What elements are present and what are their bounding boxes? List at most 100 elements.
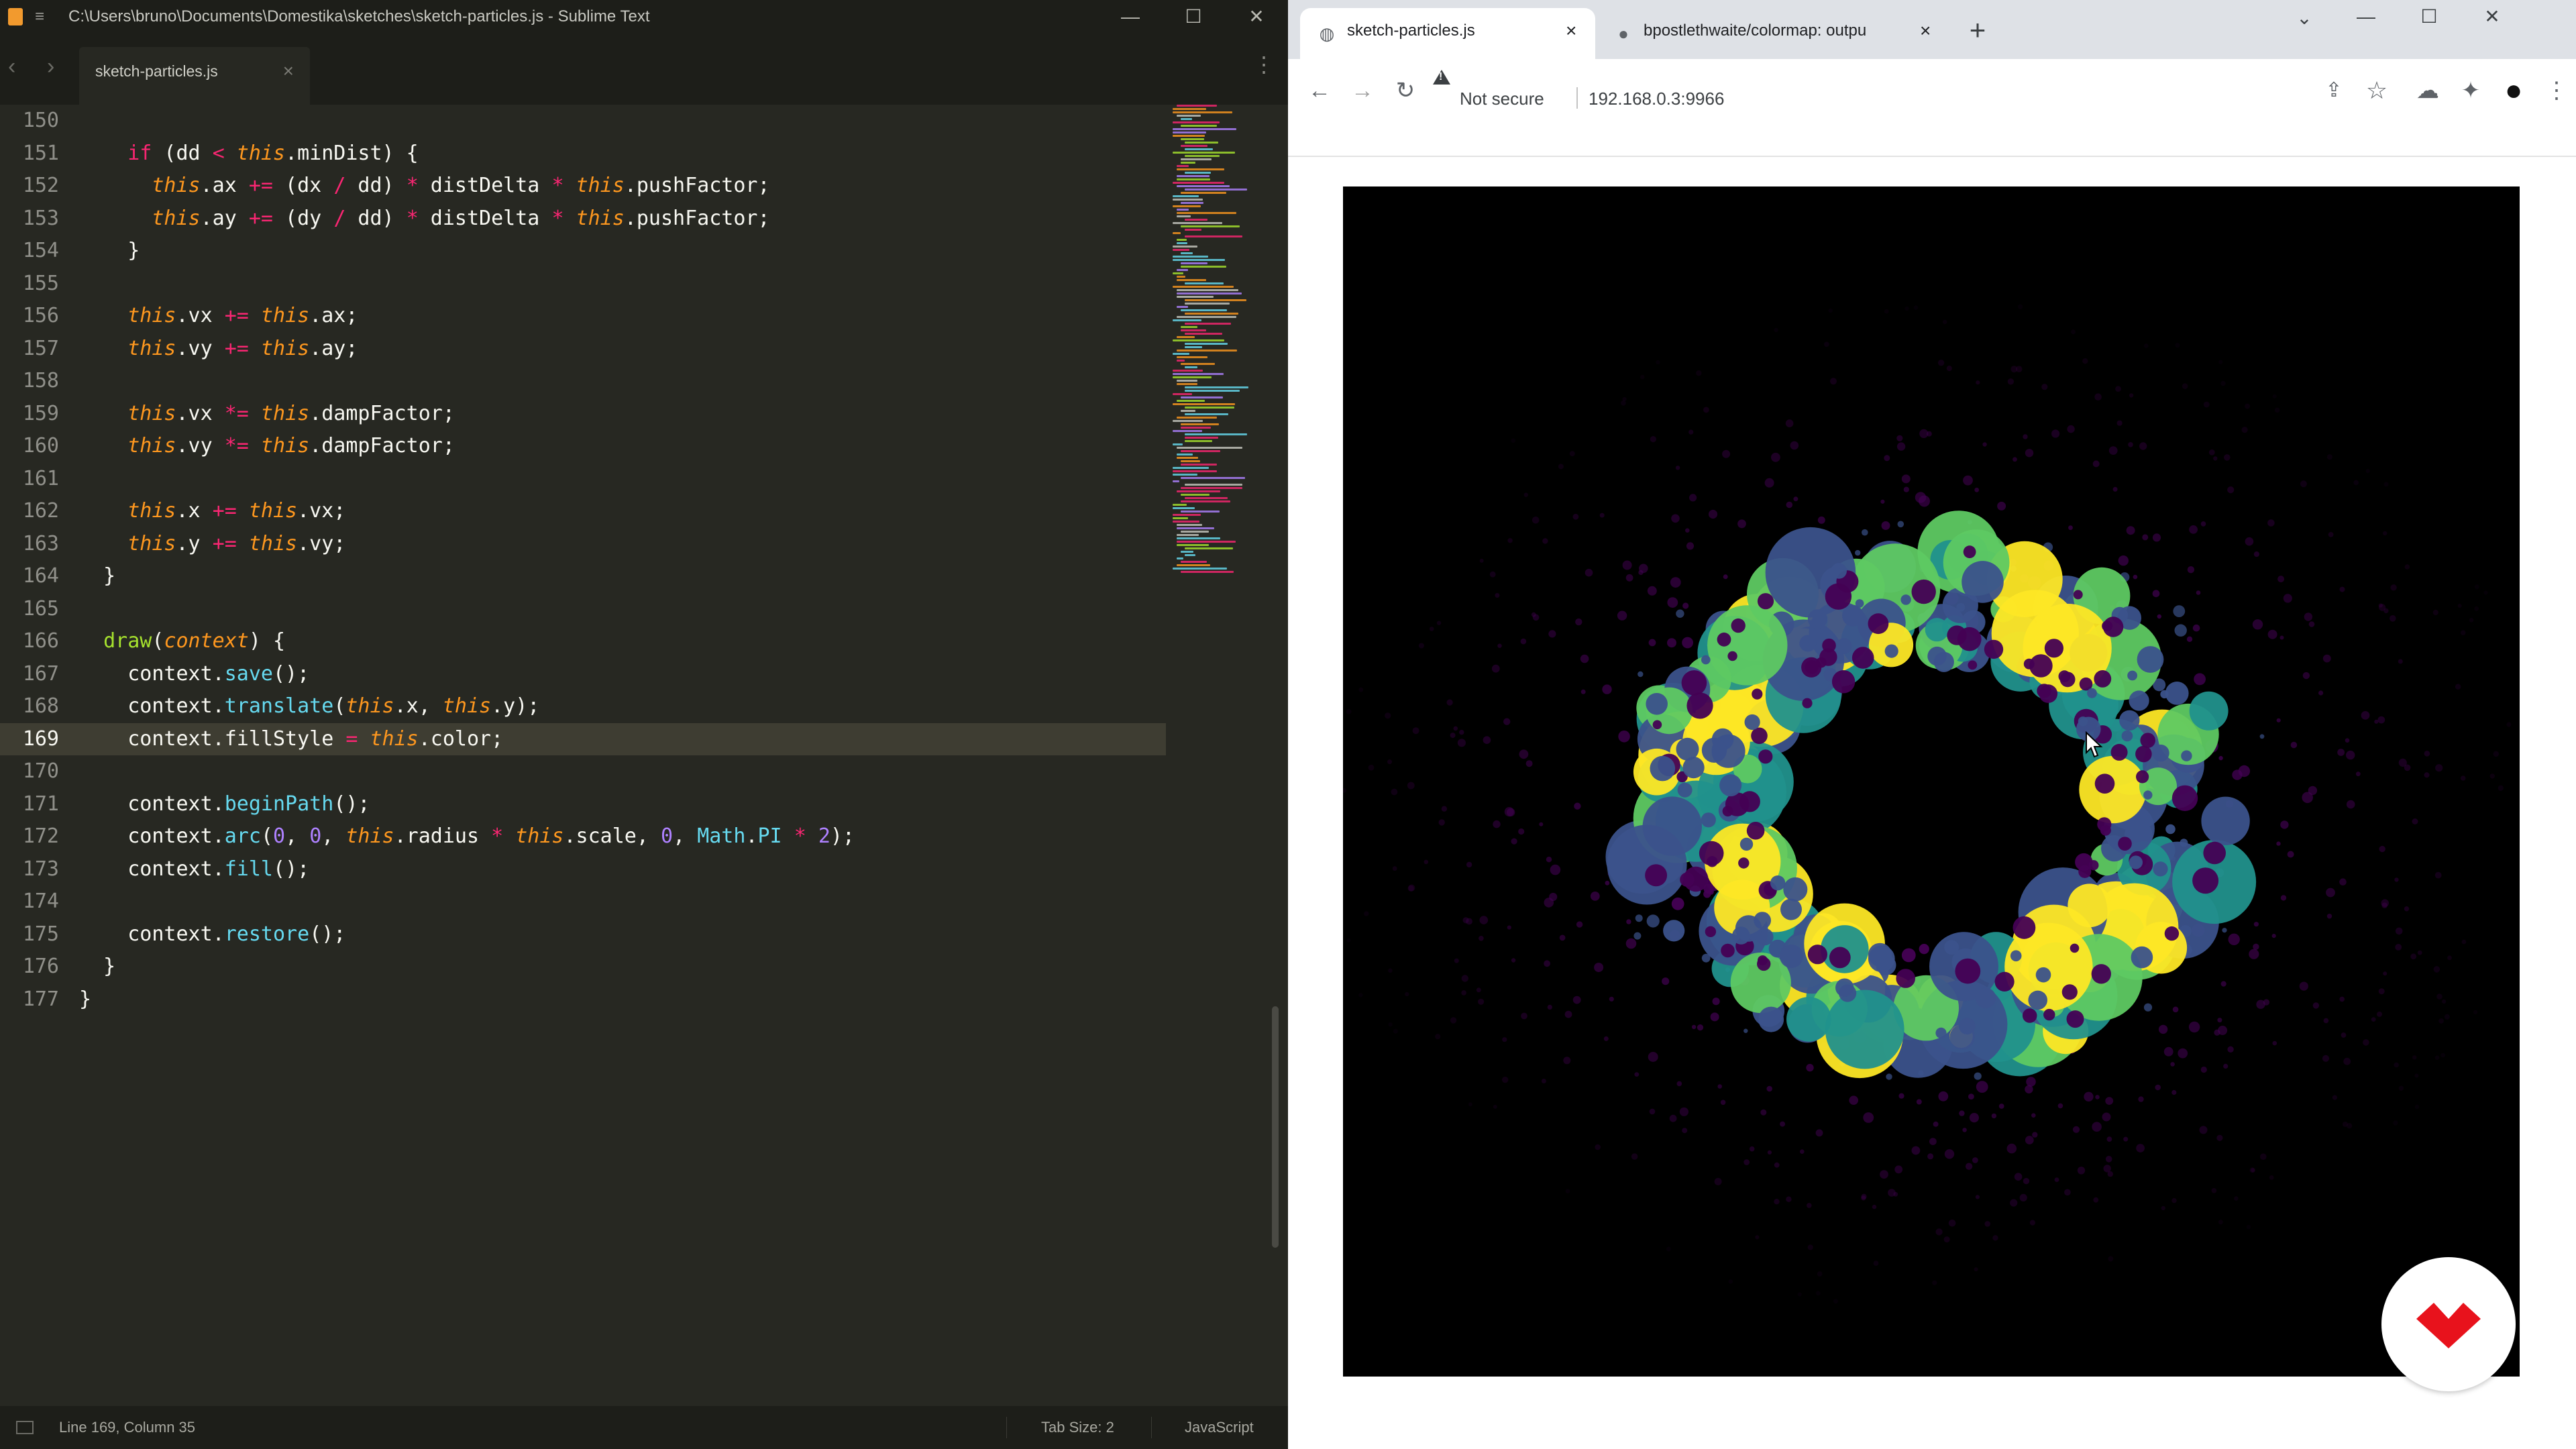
- particle: [2474, 606, 2479, 611]
- minimap[interactable]: [1173, 105, 1260, 588]
- browser-menu-icon[interactable]: ⋮: [2540, 74, 2573, 107]
- particle: [1758, 749, 1773, 764]
- minimap-line: [1181, 202, 1203, 204]
- hamburger-menu-icon[interactable]: ≡: [35, 9, 44, 25]
- domestika-logo[interactable]: [2381, 1257, 2516, 1391]
- minimap-line: [1173, 514, 1201, 516]
- reload-icon[interactable]: ↻: [1389, 74, 1422, 107]
- panel-toggle-icon[interactable]: [16, 1421, 34, 1434]
- particle: [1676, 609, 1684, 618]
- minimap-line: [1177, 527, 1215, 529]
- minimap-line: [1181, 571, 1234, 573]
- minimap-line: [1177, 175, 1210, 177]
- tab-back-arrow-icon[interactable]: ‹: [8, 54, 15, 80]
- tab-close-icon[interactable]: ×: [1566, 8, 1576, 54]
- particle: [2220, 380, 2226, 386]
- tab-forward-arrow-icon[interactable]: ›: [47, 54, 54, 80]
- particle: [1669, 1114, 1677, 1122]
- cloud-extension-icon[interactable]: ☁: [2411, 74, 2445, 107]
- profile-avatar-icon[interactable]: ●: [2497, 74, 2530, 107]
- particle: [2412, 818, 2418, 824]
- sketch-canvas[interactable]: [1343, 186, 2520, 1377]
- browser-tab-sketch[interactable]: ◍ sketch-particles.js ×: [1300, 8, 1595, 59]
- particle: [1590, 892, 1600, 901]
- particle: [2152, 744, 2169, 762]
- particle: [1751, 727, 1768, 745]
- particle: [1963, 545, 1976, 559]
- minimap-line: [1185, 440, 1212, 442]
- particle: [2066, 1010, 2084, 1028]
- particle: [2434, 871, 2442, 879]
- particle: [1896, 435, 1903, 441]
- particle: [1689, 494, 1697, 502]
- particle: [2153, 861, 2168, 877]
- particle: [1975, 1195, 1980, 1199]
- warning-icon[interactable]: [1433, 70, 1450, 85]
- particle: [2220, 981, 2226, 987]
- particle: [1572, 996, 1581, 1004]
- particle: [1805, 660, 1819, 674]
- particle: [2029, 654, 2053, 678]
- tab-close-icon[interactable]: ×: [1920, 8, 1931, 54]
- minimize-button[interactable]: —: [2334, 0, 2398, 34]
- syntax-indicator[interactable]: JavaScript: [1185, 1406, 1254, 1449]
- minimap-line: [1185, 323, 1232, 325]
- minimap-line: [1177, 564, 1210, 566]
- particle: [1618, 731, 1630, 743]
- close-button[interactable]: ✕: [1225, 0, 1288, 34]
- minimap-line: [1185, 189, 1248, 191]
- particle: [2102, 621, 2113, 632]
- particle: [2171, 1197, 2177, 1203]
- maximize-button[interactable]: ☐: [1162, 0, 1225, 34]
- minimap-line: [1177, 380, 1197, 382]
- particle: [1975, 987, 1996, 1008]
- particle: [1646, 693, 1668, 715]
- particle: [1835, 638, 1852, 654]
- particle: [1968, 660, 1978, 670]
- forward-arrow-icon[interactable]: →: [1346, 74, 1379, 107]
- new-tab-button[interactable]: +: [1961, 13, 1994, 47]
- particle: [2253, 943, 2259, 951]
- particle: [1541, 1079, 1546, 1083]
- maximize-button[interactable]: ☐: [2398, 0, 2461, 34]
- editor-tab[interactable]: sketch-particles.js ×: [79, 47, 310, 105]
- back-arrow-icon[interactable]: ←: [1303, 74, 1336, 107]
- particle: [1647, 586, 1657, 596]
- tab-search-chevron-icon[interactable]: ⌄: [2273, 1, 2336, 35]
- tab-close-icon[interactable]: ×: [283, 47, 294, 95]
- particle: [1563, 1057, 1571, 1065]
- minimap-line: [1177, 168, 1225, 170]
- editor-scrollbar[interactable]: [1272, 1006, 1279, 1248]
- particle: [1701, 737, 1727, 763]
- particle: [1793, 496, 1799, 502]
- minimize-button[interactable]: —: [1099, 0, 1162, 34]
- particle: [1825, 989, 1904, 1069]
- tab-size-indicator[interactable]: Tab Size: 2: [1041, 1406, 1114, 1449]
- address-bar[interactable]: Not secure 192.168.0.3:9966: [1433, 59, 2412, 109]
- particle: [1764, 478, 1774, 488]
- particle: [1565, 1189, 1570, 1194]
- browser-tab-github[interactable]: ● bpostlethwaite/colormap: outpu ×: [1597, 8, 1952, 59]
- url-text[interactable]: 192.168.0.3:9966: [1589, 59, 1724, 138]
- particle: [1757, 957, 1771, 971]
- close-button[interactable]: ✕: [2461, 0, 2524, 34]
- security-label[interactable]: Not secure: [1460, 59, 1544, 138]
- particle: [1807, 1203, 1812, 1208]
- particle: [1667, 597, 1678, 608]
- code-editor[interactable]: if (dd < this.minDist) { this.ax += (dx …: [79, 105, 1166, 1016]
- minimap-line: [1177, 239, 1187, 241]
- tab-menu-icon[interactable]: ⋮: [1253, 54, 1275, 75]
- particle: [1670, 577, 1681, 588]
- minimap-line: [1177, 356, 1208, 358]
- bookmark-star-icon[interactable]: ☆: [2360, 74, 2394, 107]
- particle: [1507, 925, 1511, 930]
- particle: [1705, 926, 1717, 938]
- particle: [1489, 571, 1496, 578]
- particle: [2061, 984, 2078, 1000]
- particle: [2102, 1112, 2111, 1122]
- particle: [2260, 1153, 2267, 1160]
- extensions-puzzle-icon[interactable]: ✦: [2454, 74, 2487, 107]
- code-line: context.translate(this.x, this.y);: [79, 694, 540, 718]
- share-icon[interactable]: ⇪: [2317, 74, 2351, 107]
- line-number: 157: [22, 336, 59, 360]
